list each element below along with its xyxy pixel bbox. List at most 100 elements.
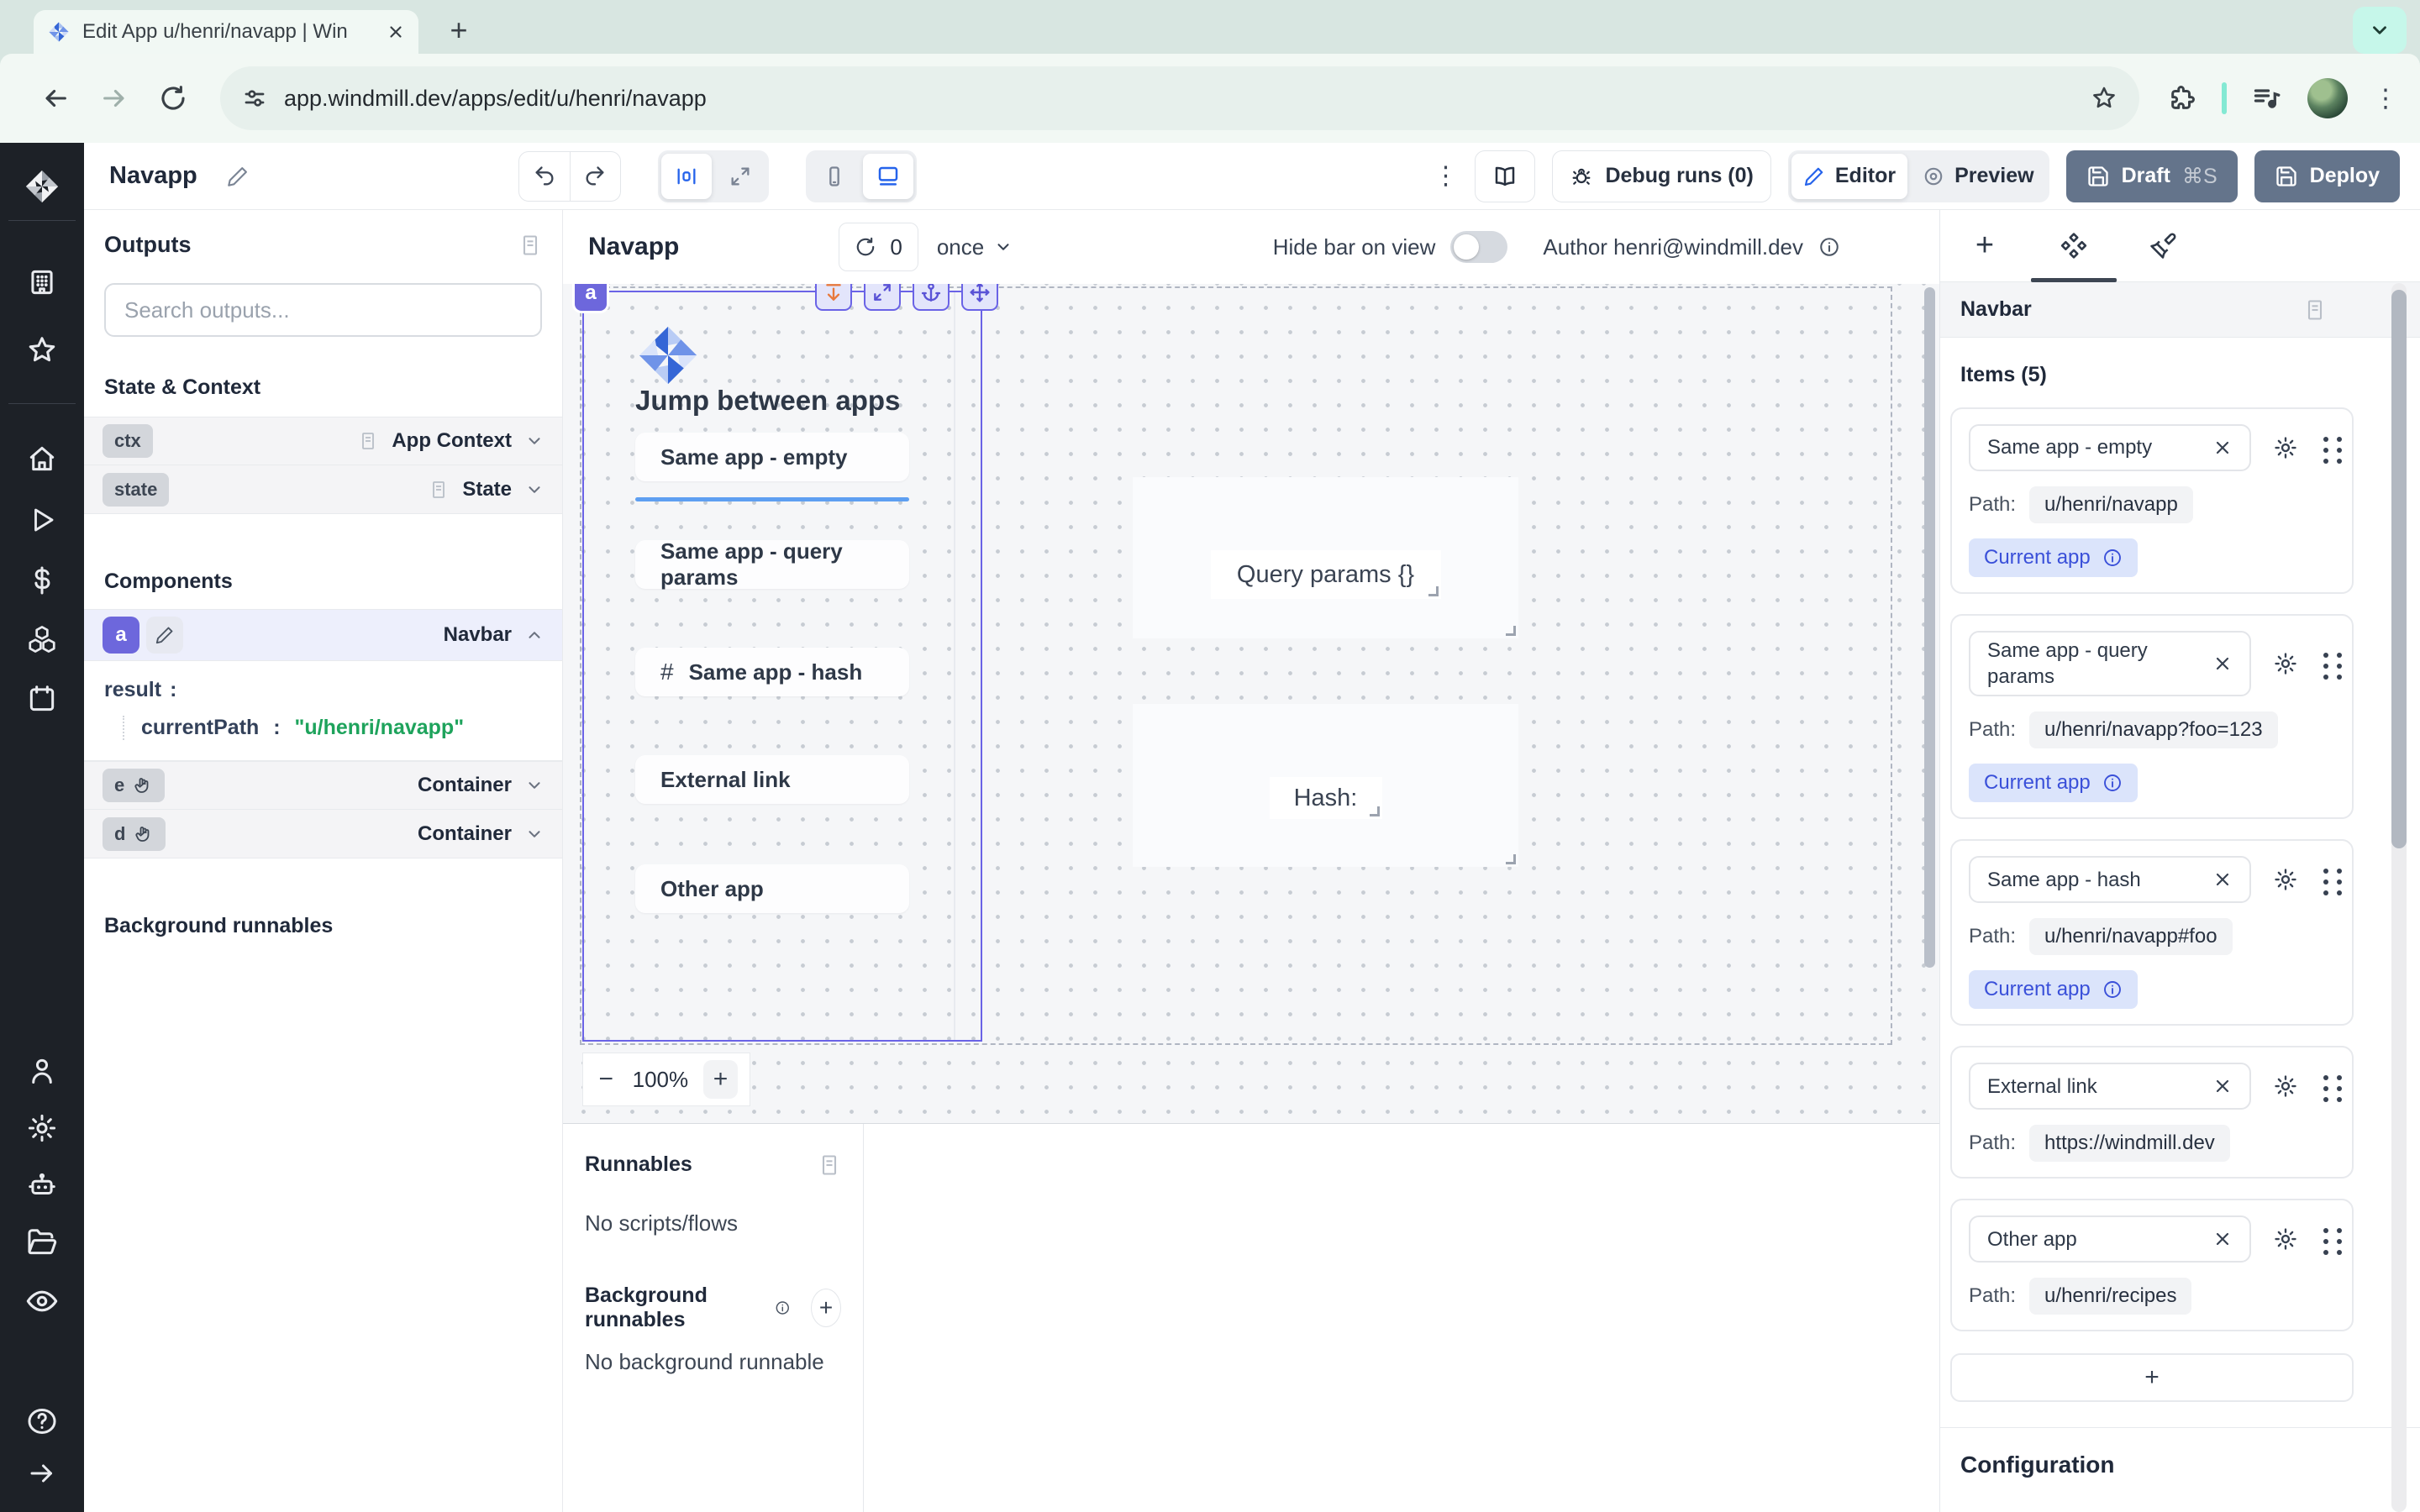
workspace-icon[interactable] — [26, 266, 58, 298]
doc-panel-icon[interactable] — [518, 234, 542, 257]
clear-label-icon[interactable] — [2212, 1076, 2233, 1096]
settings-gear-icon[interactable] — [26, 1112, 58, 1144]
item-path[interactable]: u/henri/recipes — [2029, 1278, 2191, 1315]
tab-search-button[interactable] — [2353, 7, 2407, 54]
deploy-button[interactable]: Deploy — [2254, 150, 2400, 202]
item-settings-gear-icon[interactable] — [2273, 1226, 2298, 1252]
tab-close-icon[interactable] — [387, 23, 405, 41]
more-options-button[interactable]: ⋮ — [1433, 161, 1458, 191]
nav-item-other-app[interactable]: Other app — [635, 864, 909, 913]
profile-avatar[interactable] — [2307, 78, 2348, 118]
help-question-icon[interactable] — [26, 1405, 58, 1437]
app-canvas[interactable]: a — [563, 284, 1939, 1123]
item-path[interactable]: https://windmill.dev — [2029, 1125, 2230, 1162]
undo-button[interactable] — [519, 152, 570, 201]
chevron-down-icon[interactable] — [525, 480, 544, 499]
canvas-scrollbar[interactable] — [1924, 287, 1935, 968]
resources-cubes-icon[interactable] — [26, 623, 58, 655]
item-settings-gear-icon[interactable] — [2273, 1074, 2298, 1099]
forward-button[interactable] — [89, 73, 139, 123]
browser-menu-button[interactable]: ⋮ — [2373, 84, 2398, 113]
hash-container[interactable]: Hash: — [1133, 704, 1518, 867]
component-row-navbar[interactable]: a Navbar — [84, 609, 562, 661]
nav-item-same-app-empty[interactable]: Same app - empty — [635, 433, 909, 481]
chevron-down-icon[interactable] — [525, 432, 544, 450]
drag-handle-icon[interactable] — [2323, 1228, 2328, 1233]
query-params-container[interactable]: Query params {} — [1133, 477, 1518, 638]
new-tab-button[interactable]: + — [437, 8, 481, 52]
desktop-view-button[interactable] — [863, 154, 913, 199]
refresh-mode-dropdown[interactable]: once — [937, 234, 1013, 260]
audit-eye-icon[interactable] — [25, 1284, 59, 1318]
clear-label-icon[interactable] — [2212, 438, 2233, 458]
debug-runs-button[interactable]: Debug runs (0) — [1552, 150, 1770, 202]
hide-bar-toggle[interactable] — [1450, 231, 1507, 263]
users-icon[interactable] — [26, 1055, 58, 1087]
resize-handle-icon[interactable] — [1506, 854, 1516, 864]
favorites-star-icon[interactable] — [26, 334, 58, 366]
search-outputs-input[interactable] — [104, 283, 542, 337]
info-icon[interactable] — [1818, 236, 1840, 258]
url-bar[interactable]: app.windmill.dev/apps/edit/u/henri/navap… — [220, 66, 2139, 130]
doc-panel-icon[interactable] — [818, 1153, 841, 1177]
drag-handle-icon[interactable] — [2323, 869, 2328, 874]
item-label-field[interactable]: Same app - empty — [1969, 424, 2251, 471]
info-icon[interactable] — [2102, 773, 2123, 793]
nav-item-query-params[interactable]: Same app - query params — [635, 540, 909, 589]
bookmark-star-icon[interactable] — [2091, 85, 2118, 112]
add-background-runnable-button[interactable]: + — [811, 1289, 841, 1327]
home-icon[interactable] — [26, 443, 58, 475]
redo-button[interactable] — [570, 152, 620, 201]
item-settings-gear-icon[interactable] — [2273, 435, 2298, 460]
output-row-ctx[interactable]: ctx App Context — [84, 417, 562, 465]
info-icon[interactable] — [2102, 979, 2123, 1000]
editor-tab[interactable]: Editor — [1791, 154, 1907, 199]
centered-layout-button[interactable] — [661, 154, 712, 199]
chevron-up-icon[interactable] — [525, 626, 544, 644]
drag-handle-icon[interactable] — [2323, 653, 2328, 658]
component-row-e[interactable]: e Container — [84, 761, 562, 810]
expand-component-button[interactable] — [864, 284, 901, 311]
fullscreen-layout-button[interactable] — [715, 154, 765, 199]
variables-dollar-icon[interactable] — [26, 564, 58, 596]
runs-play-icon[interactable] — [27, 505, 57, 535]
clear-label-icon[interactable] — [2212, 1229, 2233, 1249]
item-label-field[interactable]: Same app - hash — [1969, 856, 2251, 903]
add-item-button[interactable]: + — [1950, 1353, 2354, 1402]
anchor-component-button[interactable] — [913, 284, 950, 311]
edit-title-pencil-icon[interactable] — [226, 165, 250, 188]
item-path[interactable]: u/henri/navapp?foo=123 — [2029, 711, 2278, 748]
workers-robot-icon[interactable] — [26, 1169, 58, 1201]
media-controls-icon[interactable] — [2252, 83, 2282, 113]
schedules-calendar-icon[interactable] — [26, 683, 58, 715]
panel-scrollbar-thumb[interactable] — [2391, 290, 2407, 848]
windmill-logo-icon[interactable] — [23, 167, 61, 206]
item-path[interactable]: u/henri/navapp — [2029, 486, 2193, 523]
panel-scrollbar[interactable] — [2391, 283, 2407, 1512]
styling-tab[interactable] — [2118, 210, 2207, 281]
expand-down-button[interactable] — [815, 284, 852, 311]
refresh-button[interactable]: 0 — [839, 223, 918, 271]
back-button[interactable] — [30, 73, 81, 123]
settings-tab-active[interactable] — [2029, 210, 2118, 281]
insert-component-tab[interactable]: + — [1940, 210, 2029, 281]
info-icon[interactable] — [775, 1298, 791, 1318]
move-component-button[interactable] — [961, 284, 998, 311]
item-label-field[interactable]: External link — [1969, 1063, 2251, 1110]
browser-tab[interactable]: Edit App u/henri/navapp | Win — [34, 10, 418, 54]
extensions-icon[interactable] — [2168, 84, 2196, 113]
item-label-field[interactable]: Other app — [1969, 1215, 2251, 1263]
reload-button[interactable] — [148, 73, 198, 123]
drag-handle-icon[interactable] — [2323, 437, 2328, 442]
edit-component-button[interactable] — [146, 617, 183, 654]
folders-icon[interactable] — [26, 1226, 58, 1258]
chevron-down-icon[interactable] — [525, 776, 544, 795]
doc-panel-icon[interactable] — [2303, 298, 2327, 322]
item-path[interactable]: u/henri/navapp#foo — [2029, 918, 2233, 955]
chevron-down-icon[interactable] — [525, 825, 544, 843]
drag-handle-icon[interactable] — [2323, 1075, 2328, 1080]
draft-button[interactable]: Draft ⌘S — [2066, 150, 2238, 202]
resize-handle-icon[interactable] — [1370, 806, 1380, 816]
mobile-view-button[interactable] — [809, 154, 860, 199]
item-settings-gear-icon[interactable] — [2273, 651, 2298, 676]
